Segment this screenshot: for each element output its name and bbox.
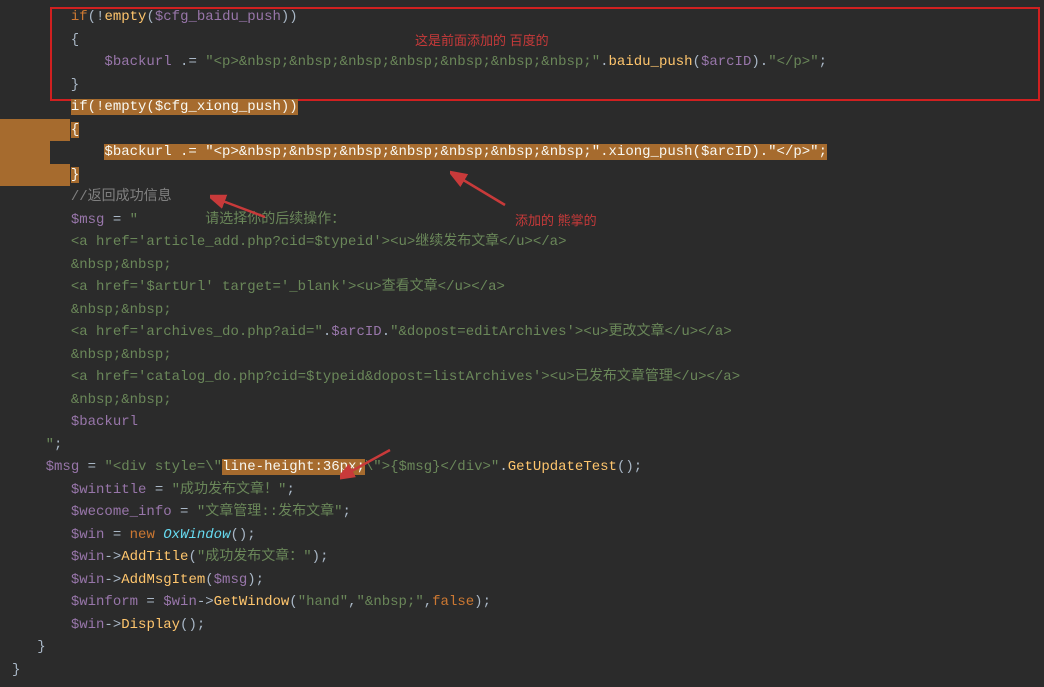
code-line: "; [0,434,1044,457]
code-line: $win = new OxWindow(); [0,524,1044,547]
code-line: $msg = " 请选择你的后续操作： [0,209,1044,232]
code-line: $msg = "<div style=\"line-height:36px;\"… [0,456,1044,479]
code-line: <a href='article_add.php?cid=$typeid'><u… [0,231,1044,254]
code-line: $wintitle = "成功发布文章！"; [0,479,1044,502]
code-editor[interactable]: if(!empty($cfg_baidu_push)) { $backurl .… [0,0,1044,687]
code-line: $backurl .= "<p>&nbsp;&nbsp;&nbsp;&nbsp;… [0,51,1044,74]
code-line: &nbsp;&nbsp; [0,389,1044,412]
code-line: } [0,74,1044,97]
code-line: $wecome_info = "文章管理::发布文章"; [0,501,1044,524]
code-line: } [0,164,1044,187]
code-line: <a href='archives_do.php?aid=".$arcID."&… [0,321,1044,344]
code-line: $winform = $win->GetWindow("hand","&nbsp… [0,591,1044,614]
code-line: $win->AddTitle("成功发布文章："); [0,546,1044,569]
code-line: &nbsp;&nbsp; [0,344,1044,367]
code-line: { [0,29,1044,52]
code-line: &nbsp;&nbsp; [0,254,1044,277]
code-line: if(!empty($cfg_baidu_push)) [0,6,1044,29]
code-line: if(!empty($cfg_xiong_push)) [0,96,1044,119]
code-line: <a href='$artUrl' target='_blank'><u>查看文… [0,276,1044,299]
code-line: //返回成功信息 [0,186,1044,209]
code-line: <a href='catalog_do.php?cid=$typeid&dopo… [0,366,1044,389]
code-line: $backurl [0,411,1044,434]
code-line: $win->AddMsgItem($msg); [0,569,1044,592]
code-line: $win->Display(); [0,614,1044,637]
code-line: &nbsp;&nbsp; [0,299,1044,322]
code-line: } [0,659,1044,682]
code-line: $backurl .= "<p>&nbsp;&nbsp;&nbsp;&nbsp;… [0,141,1044,164]
code-line: } [0,636,1044,659]
code-line: { [0,119,1044,142]
